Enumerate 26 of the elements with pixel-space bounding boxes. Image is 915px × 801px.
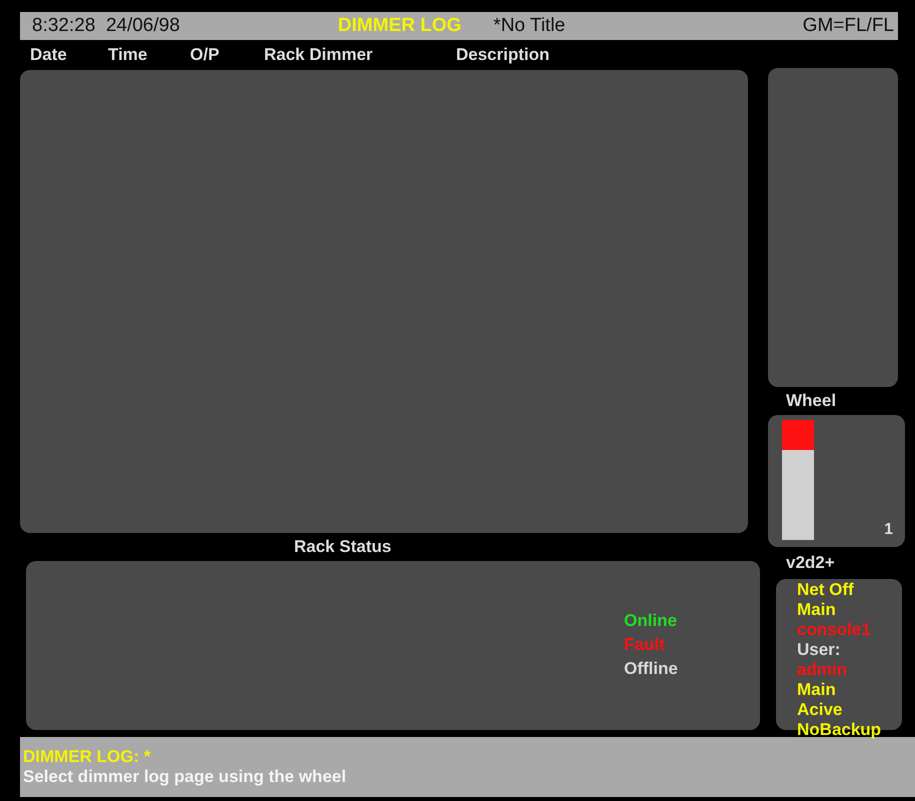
status-text: User:	[797, 640, 840, 660]
section-label: v2d2+	[786, 553, 835, 573]
column-header: Date	[30, 45, 68, 65]
column-header: Description	[456, 45, 550, 65]
status-text: Main	[797, 680, 836, 700]
column-header: Rack Dimmer	[264, 45, 374, 65]
status-text: Main	[797, 600, 836, 620]
legend-label: Offline	[624, 658, 678, 680]
status-text: admin	[797, 660, 848, 680]
prompt-heading: DIMMER LOG: *	[23, 747, 152, 767]
column-header: Time	[108, 45, 148, 65]
section-label: Wheel	[786, 391, 836, 411]
screen-title: DIMMER LOG	[338, 15, 462, 37]
column-header: O/P	[190, 45, 220, 65]
legend-label: Fault	[624, 634, 665, 656]
show-title: *No Title	[493, 15, 566, 37]
grand-master-status: GM=FL/FL	[802, 15, 894, 37]
clock-text: 8:32:28 24/06/98	[32, 15, 180, 37]
prompt-message: Select dimmer log page using the wheel	[23, 767, 348, 787]
status-text: console1	[797, 620, 871, 640]
legend-label: Online	[624, 610, 677, 632]
wheel-value: 1	[884, 521, 893, 539]
status-text: Net Off	[797, 580, 854, 600]
status-text: Acive	[797, 700, 842, 720]
status-text: NoBackup	[797, 720, 882, 740]
section-label: Rack Status	[294, 537, 392, 557]
